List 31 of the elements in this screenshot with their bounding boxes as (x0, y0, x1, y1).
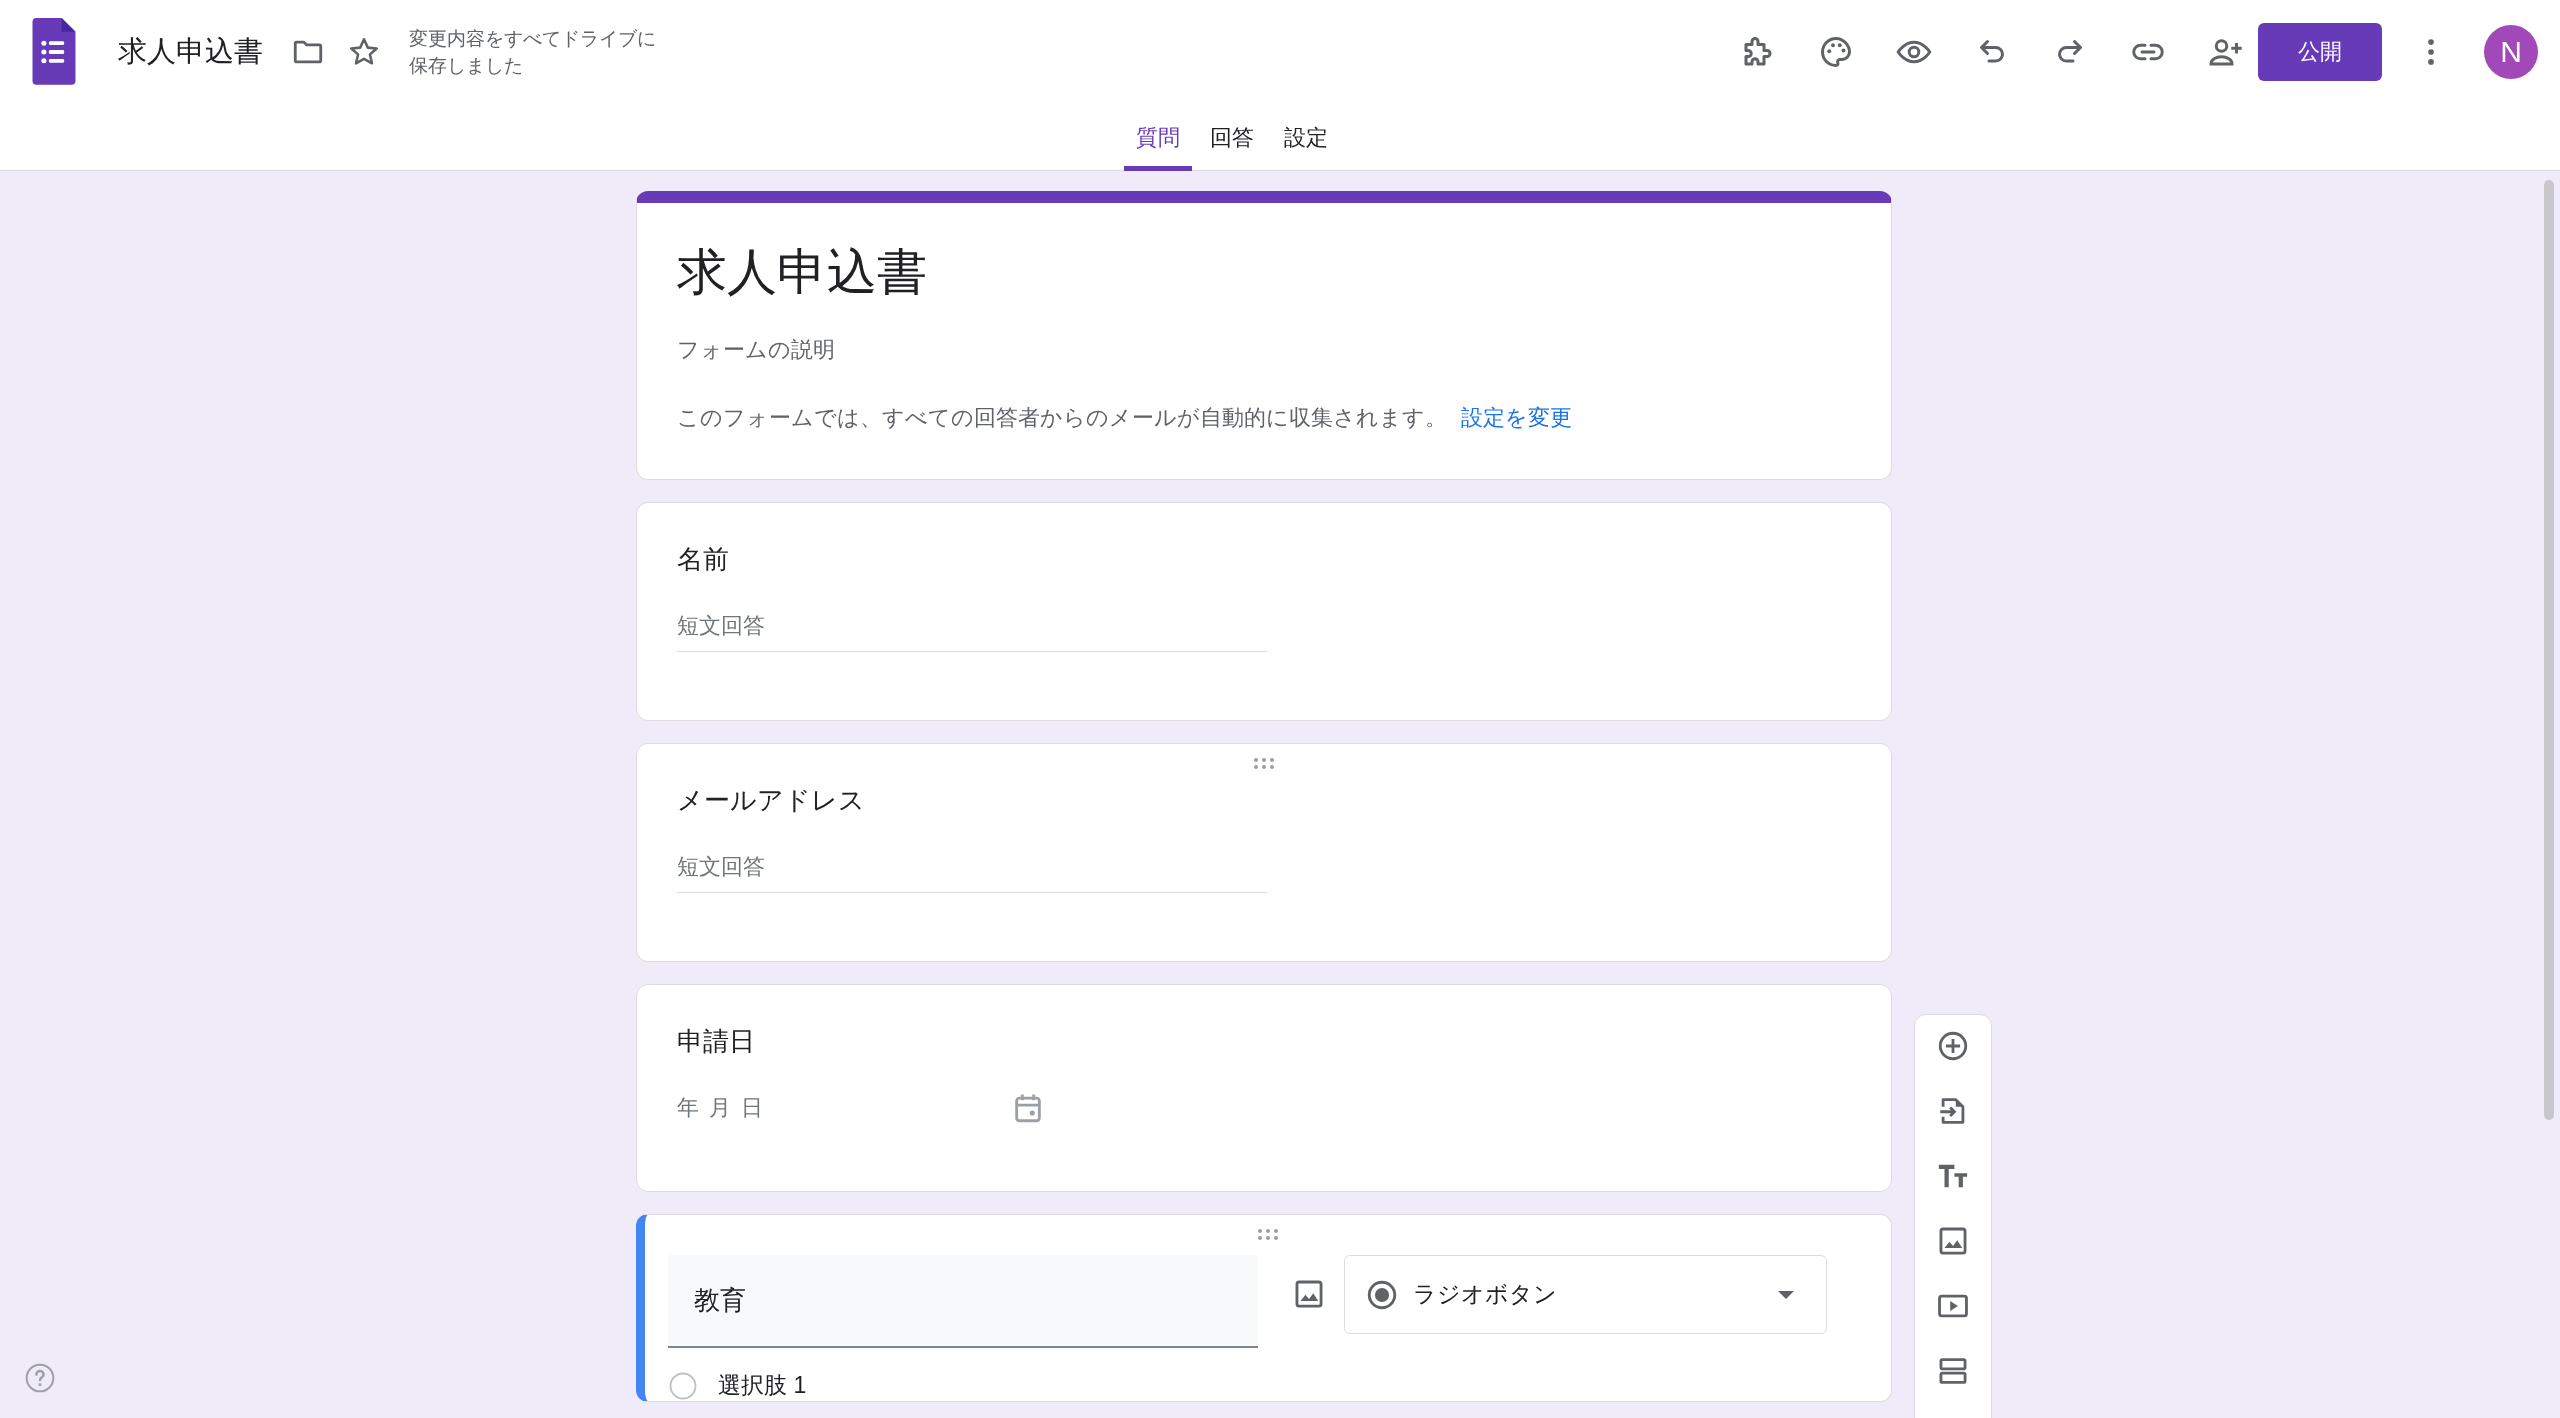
question-card[interactable]: 申請日 年 月 日 (636, 984, 1892, 1192)
tab[interactable]: 設定 (1272, 104, 1340, 171)
tab[interactable]: 質問 (1124, 104, 1192, 171)
document-title[interactable]: 求人申込書 (118, 32, 263, 72)
question-title-field[interactable]: 教育 (668, 1255, 1258, 1348)
add-question-icon[interactable] (1936, 1029, 1970, 1063)
drag-handle-icon[interactable] (1255, 1227, 1281, 1242)
publish-button[interactable]: 公開 (2258, 23, 2382, 81)
radio-circle-icon[interactable] (668, 1370, 698, 1401)
option-label[interactable]: 選択肢 1 (718, 1370, 807, 1401)
drag-handle-icon[interactable] (1251, 756, 1277, 771)
question-title[interactable]: メールアドレス (677, 780, 1851, 820)
short-answer-field: 短文回答 (677, 856, 1267, 893)
form-title[interactable]: 求人申込書 (677, 239, 1851, 305)
question-card[interactable]: メールアドレス 短文回答 (636, 743, 1892, 962)
tab[interactable]: 回答 (1198, 104, 1266, 171)
form-description-field[interactable]: フォームの説明 (677, 335, 1851, 365)
date-field: 年 月 日 (677, 1093, 766, 1123)
email-collection-notice: このフォームでは、すべての回答者からのメールが自動的に収集されます。 (677, 405, 1447, 430)
question-card[interactable]: 名前 短文回答 (636, 502, 1892, 721)
short-answer-field: 短文回答 (677, 615, 1267, 652)
change-settings-link[interactable]: 設定を変更 (1461, 405, 1572, 430)
account-avatar[interactable]: N (2484, 25, 2538, 79)
palette-icon[interactable] (1818, 34, 1854, 70)
scrollbar[interactable] (2544, 180, 2554, 1120)
question-title[interactable]: 申請日 (677, 1021, 1851, 1061)
save-status: 変更内容をすべてドライブに保存しました (409, 27, 657, 78)
question-type-dropdown[interactable]: ラジオボタン (1344, 1255, 1827, 1334)
caret-icon (1778, 1290, 1794, 1299)
question-card[interactable]: 教育 ラジオボタン 選択肢 1 (636, 1214, 1892, 1402)
question-title[interactable]: 名前 (677, 539, 1851, 579)
